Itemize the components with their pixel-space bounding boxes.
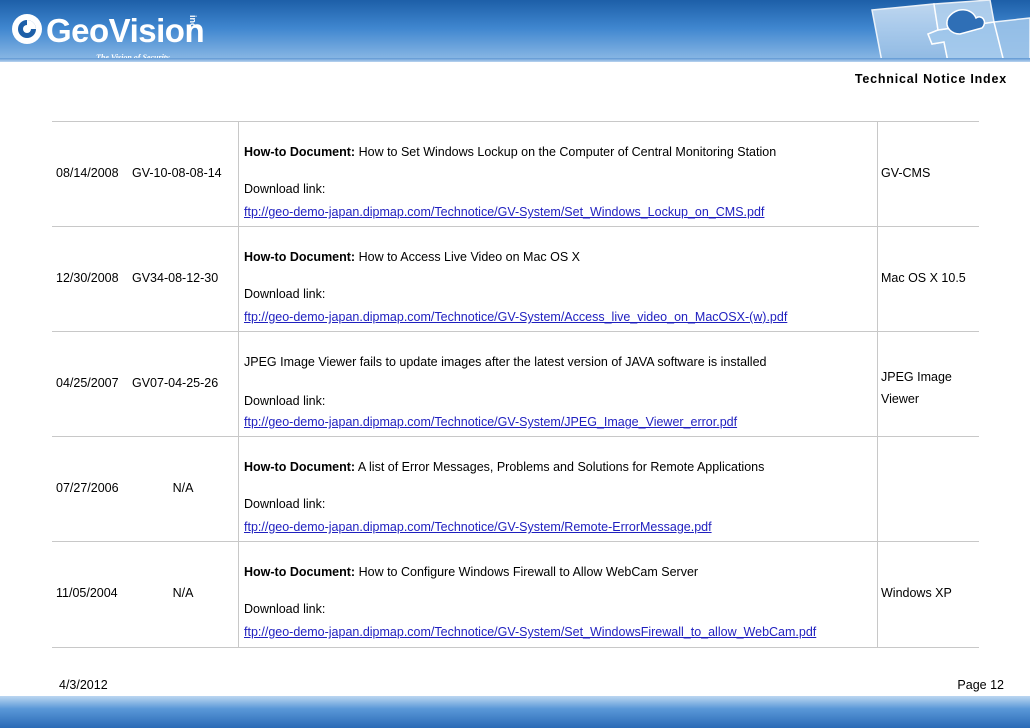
number-cell: GV34-08-12-30 (128, 227, 238, 331)
product-name: JPEG Image Viewer (881, 366, 952, 410)
document-label: How-to Document: (244, 565, 356, 579)
number-cell: GV07-04-25-26 (128, 332, 238, 436)
date-cell: 11/05/2004 (52, 542, 128, 647)
date-cell: 07/27/2006 (52, 437, 128, 541)
page-title: Technical Notice Index (854, 72, 1007, 86)
document-cell: How-to Document: A list of Error Message… (238, 437, 878, 541)
product-name: GV-CMS (881, 166, 931, 180)
download-link[interactable]: ftp://geo-demo-japan.dipmap.com/Technoti… (244, 520, 712, 535)
number-cell: GV-10-08-08-14 (128, 122, 238, 226)
document-label: How-to Document: (244, 460, 356, 474)
product-name: Mac OS X 10.5 (881, 271, 966, 285)
download-label: Download link: (244, 182, 326, 196)
download-label: Download link: (244, 394, 326, 408)
number-cell: N/A (128, 542, 238, 647)
date-cell: 08/14/2008 (52, 122, 128, 226)
product-name-line2: Viewer (881, 392, 919, 406)
notice-number: GV07-04-25-26 (132, 376, 219, 390)
date-cell: 12/30/2008 (52, 227, 128, 331)
table-row: 11/05/2004 N/A How-to Document: How to C… (52, 541, 979, 648)
geovision-eye-icon (12, 14, 42, 44)
notice-number: N/A (172, 481, 194, 495)
document-title-text: A list of Error Messages, Problems and S… (357, 460, 765, 474)
download-link[interactable]: ftp://geo-demo-japan.dipmap.com/Technoti… (244, 205, 764, 220)
product-cell: Windows XP (877, 542, 979, 647)
product-name: Windows XP (881, 586, 952, 600)
document-title: How-to Document: How to Access Live Vide… (244, 250, 580, 265)
document-label: How-to Document: (244, 250, 356, 264)
notice-number: N/A (172, 586, 194, 600)
table-row: 12/30/2008 GV34-08-12-30 How-to Document… (52, 226, 979, 331)
document-title-text: How to Configure Windows Firewall to All… (358, 565, 699, 579)
document-title-text: How to Set Windows Lockup on the Compute… (358, 145, 777, 159)
notice-date: 11/05/2004 (56, 586, 118, 600)
table-row: 08/14/2008 GV-10-08-08-14 How-to Documen… (52, 121, 979, 226)
document-cell: How-to Document: How to Access Live Vide… (238, 227, 878, 331)
page-number: Page 12 (957, 678, 1004, 692)
document-label: How-to Document: (244, 145, 356, 159)
notice-number: GV34-08-12-30 (132, 271, 219, 285)
document-title: How-to Document: How to Configure Window… (244, 565, 698, 580)
footer-date: 4/3/2012 (59, 678, 108, 692)
technical-notice-table: 08/14/2008 GV-10-08-08-14 How-to Documen… (52, 121, 979, 648)
brand-name: GeoVision (46, 12, 205, 49)
document-cell: How-to Document: How to Set Windows Lock… (238, 122, 878, 226)
download-label: Download link: (244, 287, 326, 301)
date-cell: 04/25/2007 (52, 332, 128, 436)
download-label: Download link: (244, 602, 326, 616)
puzzle-graphic-icon (871, 0, 1030, 62)
product-cell: Mac OS X 10.5 (877, 227, 979, 331)
document-cell: How-to Document: How to Configure Window… (238, 542, 878, 647)
product-cell (877, 437, 979, 541)
notice-date: 04/25/2007 (56, 376, 119, 390)
document-title: How-to Document: A list of Error Message… (244, 460, 764, 475)
footer-banner (0, 696, 1030, 728)
download-link[interactable]: ftp://geo-demo-japan.dipmap.com/Technoti… (244, 310, 787, 325)
notice-date: 07/27/2006 (56, 481, 119, 495)
product-name-line1: JPEG Image (881, 370, 952, 384)
notice-date: 12/30/2008 (56, 271, 119, 285)
product-cell: JPEG Image Viewer (877, 332, 979, 436)
header-banner: GeoVision inc The Vision of Security (0, 0, 1030, 62)
notice-date: 08/14/2008 (56, 166, 119, 180)
document-cell: JPEG Image Viewer fails to update images… (238, 332, 878, 436)
download-label: Download link: (244, 497, 326, 511)
document-title: How-to Document: How to Set Windows Lock… (244, 145, 776, 160)
product-cell: GV-CMS (877, 122, 979, 226)
document-title-text: How to Access Live Video on Mac OS X (358, 250, 580, 264)
notice-number: GV-10-08-08-14 (132, 166, 222, 180)
table-row: 04/25/2007 GV07-04-25-26 JPEG Image View… (52, 331, 979, 436)
download-link[interactable]: ftp://geo-demo-japan.dipmap.com/Technoti… (244, 625, 816, 640)
download-link[interactable]: ftp://geo-demo-japan.dipmap.com/Technoti… (244, 415, 737, 430)
table-row: 07/27/2006 N/A How-to Document: A list o… (52, 436, 979, 541)
document-title: JPEG Image Viewer fails to update images… (244, 355, 767, 369)
number-cell: N/A (128, 437, 238, 541)
brand-suffix: inc (188, 15, 198, 29)
geovision-logo: GeoVision inc The Vision of Security (10, 9, 210, 62)
header-bevel (0, 58, 1030, 62)
